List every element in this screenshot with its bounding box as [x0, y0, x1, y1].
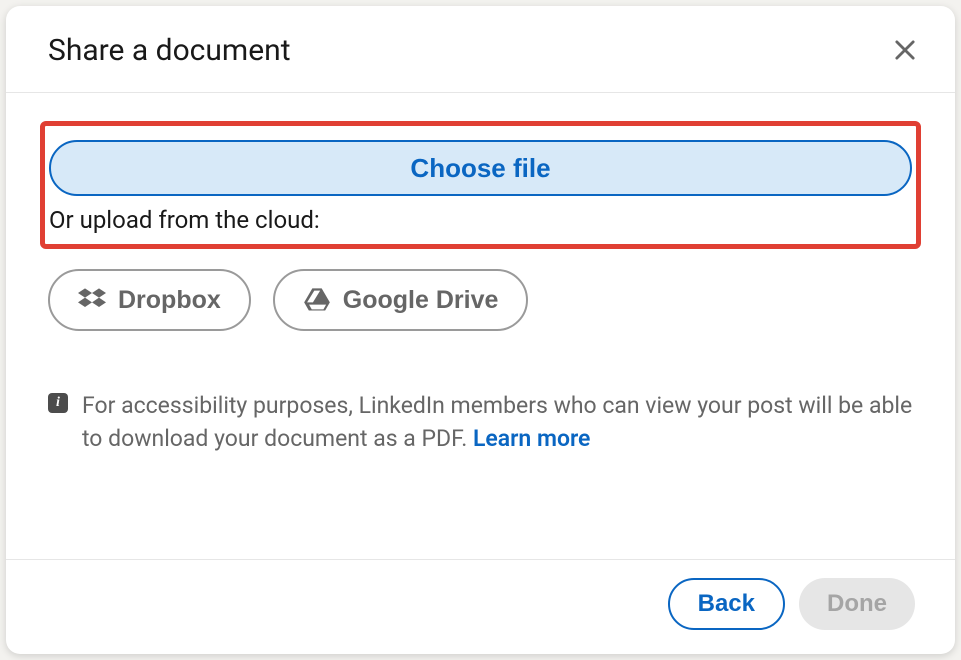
done-button: Done	[799, 578, 915, 630]
back-label: Back	[698, 590, 755, 617]
modal-header: Share a document	[6, 6, 955, 93]
learn-more-link[interactable]: Learn more	[473, 425, 590, 452]
back-button[interactable]: Back	[668, 578, 785, 630]
accessibility-info: i For accessibility purposes, LinkedIn m…	[48, 389, 913, 456]
google-drive-icon	[303, 286, 331, 314]
google-drive-button[interactable]: Google Drive	[273, 269, 529, 331]
modal-body: Choose file Or upload from the cloud: Dr…	[6, 93, 955, 559]
share-document-modal: Share a document Choose file Or upload f…	[6, 6, 955, 654]
annotation-highlight: Choose file Or upload from the cloud:	[40, 121, 921, 249]
done-label: Done	[827, 590, 887, 617]
info-text-container: For accessibility purposes, LinkedIn mem…	[82, 389, 913, 456]
close-button[interactable]	[885, 30, 925, 70]
choose-file-label: Choose file	[410, 153, 550, 184]
modal-title: Share a document	[48, 33, 291, 68]
modal-footer: Back Done	[6, 559, 955, 654]
dropbox-icon	[78, 286, 106, 314]
google-drive-label: Google Drive	[343, 286, 499, 315]
cloud-options-row: Dropbox Google Drive	[48, 269, 913, 331]
or-upload-cloud-label: Or upload from the cloud:	[49, 206, 912, 234]
dropbox-label: Dropbox	[118, 286, 221, 315]
close-icon	[891, 36, 919, 64]
dropbox-button[interactable]: Dropbox	[48, 269, 251, 331]
choose-file-button[interactable]: Choose file	[49, 140, 912, 196]
info-icon: i	[48, 393, 68, 413]
